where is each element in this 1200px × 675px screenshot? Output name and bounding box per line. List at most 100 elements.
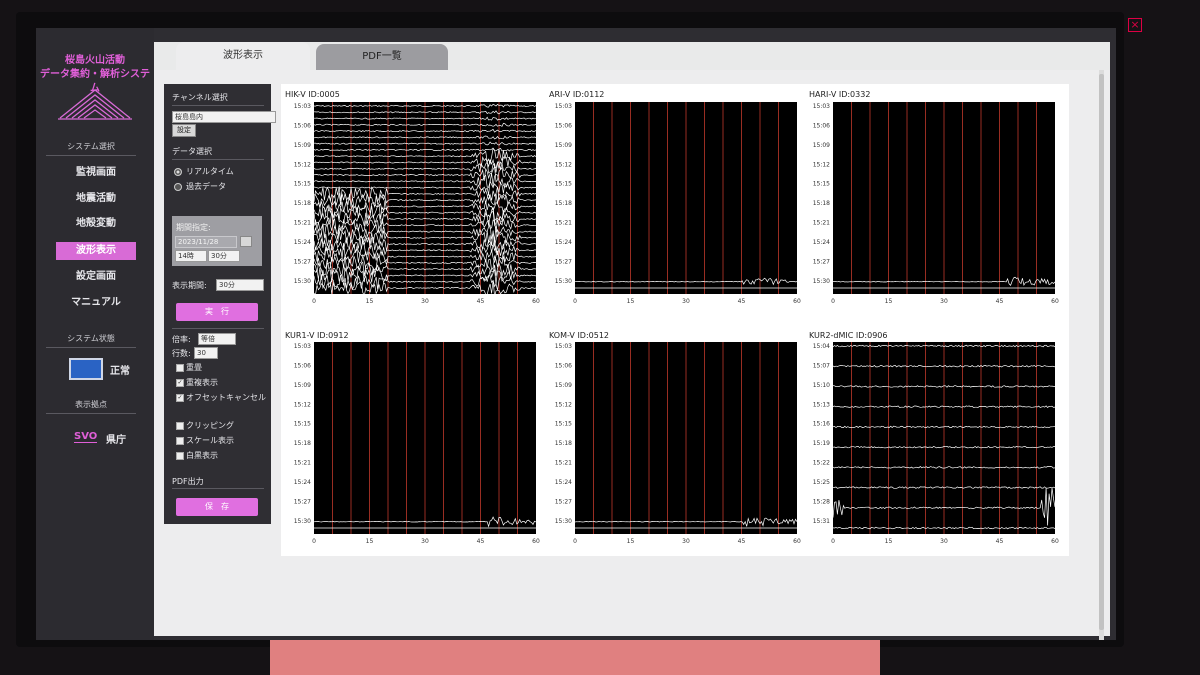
y-tick-label: 15:30 [294, 518, 311, 525]
y-tick-label: 15:03 [555, 343, 572, 350]
y-tick-label: 15:24 [555, 479, 572, 486]
y-tick-label: 15:25 [813, 479, 830, 486]
nav-item-monitor[interactable]: 監視画面 [56, 164, 136, 182]
minute-select[interactable]: 30分 [208, 250, 240, 262]
volcano-logo-icon [58, 89, 132, 120]
scrollbar-thumb[interactable] [1099, 74, 1104, 630]
tab-waveform[interactable]: 波形表示 [176, 42, 310, 70]
status-text: 正常 [110, 366, 130, 377]
y-tick-label: 15:04 [813, 343, 830, 350]
y-tick-label: 15:30 [555, 278, 572, 285]
save-button[interactable]: 保 存 [176, 498, 258, 516]
overlay-label: 重畳 [186, 363, 202, 372]
plot-title: HIK-V ID:0005 [285, 90, 340, 99]
y-tick-label: 15:06 [555, 122, 572, 129]
y-tick-label: 15:15 [555, 181, 572, 188]
duplicate-display-checkbox[interactable]: ✓ [176, 379, 184, 387]
y-tick-label: 15:12 [294, 401, 311, 408]
nav-item-waveform[interactable]: 波形表示 [56, 242, 136, 260]
y-tick-label: 15:21 [555, 220, 572, 227]
overlay-checkbox[interactable] [176, 364, 184, 372]
y-tick-label: 15:12 [813, 161, 830, 168]
plot-title: HARI-V ID:0332 [809, 90, 870, 99]
y-tick-label: 15:27 [555, 258, 572, 265]
x-tick-label: 60 [793, 298, 801, 305]
y-tick-label: 15:24 [813, 239, 830, 246]
x-tick-label: 15 [885, 538, 893, 545]
period-box: 期間指定: 2023/11/28 14時 30分 [172, 216, 262, 266]
close-icon[interactable]: × [1128, 18, 1142, 32]
waveform-area: HIK-V ID:0005 15:03 15:06 15:09 15:12 15:15 15… [281, 84, 1069, 556]
y-tick-label: 15:09 [294, 382, 311, 389]
x-tick-label: 30 [421, 538, 429, 545]
magnification-label: 倍率: [172, 335, 191, 344]
tab-pdf-list[interactable]: PDF一覧 [316, 44, 448, 70]
waveform-plot: HARI-V ID:0332 15:03 15:06 15:09 15:12 15:15 1… [809, 90, 1059, 305]
x-tick-label: 45 [477, 298, 485, 305]
y-tick-label: 15:03 [294, 343, 311, 350]
main-panel: 波形表示 PDF一覧 チャンネル選択 桜島島内 設定 データ選択 リアルタイム … [154, 42, 1110, 640]
x-tick-label: 0 [573, 538, 577, 545]
x-tick-label: 60 [1051, 538, 1059, 545]
channel-select[interactable]: 桜島島内 [172, 111, 276, 123]
execute-button[interactable]: 実 行 [176, 303, 258, 321]
monochrome-checkbox[interactable] [176, 452, 184, 460]
tab-content: チャンネル選択 桜島島内 設定 データ選択 リアルタイム 過去データ 期間指定:… [154, 70, 1110, 640]
scale-display-label: スケール表示 [186, 436, 234, 445]
y-tick-label: 15:09 [294, 142, 311, 149]
date-input[interactable]: 2023/11/28 [175, 236, 237, 248]
x-tick-label: 15 [366, 298, 374, 305]
scale-display-checkbox[interactable] [176, 437, 184, 445]
y-tick-label: 15:18 [294, 200, 311, 207]
x-tick-label: 45 [738, 298, 746, 305]
past-data-radio[interactable] [174, 183, 182, 191]
nav-item-settings[interactable]: 設定画面 [56, 268, 136, 286]
control-panel: チャンネル選択 桜島島内 設定 データ選択 リアルタイム 過去データ 期間指定:… [164, 84, 276, 524]
y-tick-label: 15:03 [555, 103, 572, 110]
magnification-select[interactable]: 等倍 [198, 333, 236, 345]
pdf-output-label: PDF出力 [172, 477, 204, 486]
app-window: 桜島火山活動 データ集約・解析システム システム選択 監視画面 地震活動 地殻変… [36, 28, 1116, 640]
y-tick-label: 15:18 [813, 200, 830, 207]
y-tick-label: 15:21 [294, 460, 311, 467]
x-tick-label: 60 [532, 298, 540, 305]
realtime-radio[interactable] [174, 168, 182, 176]
clipping-checkbox[interactable] [176, 422, 184, 430]
offset-cancel-label: オフセットキャンセル [186, 393, 266, 402]
calendar-icon[interactable] [240, 236, 252, 247]
divider [172, 488, 264, 489]
y-tick-label: 15:21 [294, 220, 311, 227]
station-svo[interactable]: SVO [74, 431, 98, 443]
y-tick-label: 15:13 [813, 401, 830, 408]
x-tick-label: 0 [831, 298, 835, 305]
x-tick-label: 45 [996, 298, 1004, 305]
divider [172, 105, 264, 106]
y-tick-label: 15:18 [555, 440, 572, 447]
x-tick-label: 15 [885, 298, 893, 305]
set-button[interactable]: 設定 [172, 124, 196, 137]
hour-select[interactable]: 14時 [175, 250, 207, 262]
rows-select[interactable]: 30 [194, 347, 218, 359]
y-tick-label: 15:31 [813, 518, 830, 525]
desk-object [270, 640, 880, 675]
nav-item-deformation[interactable]: 地殻変動 [56, 215, 136, 233]
x-tick-label: 60 [532, 538, 540, 545]
sidebar: 桜島火山活動 データ集約・解析システム システム選択 監視画面 地震活動 地殻変… [36, 28, 154, 640]
waveform-plot: KOM-V ID:0512 15:03 15:06 15:09 15:12 15:15 15… [549, 331, 801, 545]
y-tick-label: 15:18 [555, 200, 572, 207]
offset-cancel-checkbox[interactable]: ✓ [176, 394, 184, 402]
display-period-select[interactable]: 30分 [216, 279, 264, 291]
waveform-plot: KUR1-V ID:0912 15:03 15:06 15:09 15:12 15:15 1… [285, 331, 540, 545]
nav-item-manual[interactable]: マニュアル [56, 294, 136, 312]
channel-select-label: チャンネル選択 [172, 93, 228, 102]
x-tick-label: 15 [366, 538, 374, 545]
station-prefecture[interactable]: 県庁 [106, 431, 126, 446]
y-tick-label: 15:06 [294, 362, 311, 369]
nav-item-seismic[interactable]: 地震活動 [56, 190, 136, 208]
y-tick-label: 15:03 [813, 103, 830, 110]
y-tick-label: 15:30 [813, 278, 830, 285]
status-indicator [69, 358, 103, 380]
y-tick-label: 15:03 [294, 103, 311, 110]
period-label: 期間指定: [176, 223, 211, 232]
y-tick-label: 15:27 [294, 258, 311, 265]
